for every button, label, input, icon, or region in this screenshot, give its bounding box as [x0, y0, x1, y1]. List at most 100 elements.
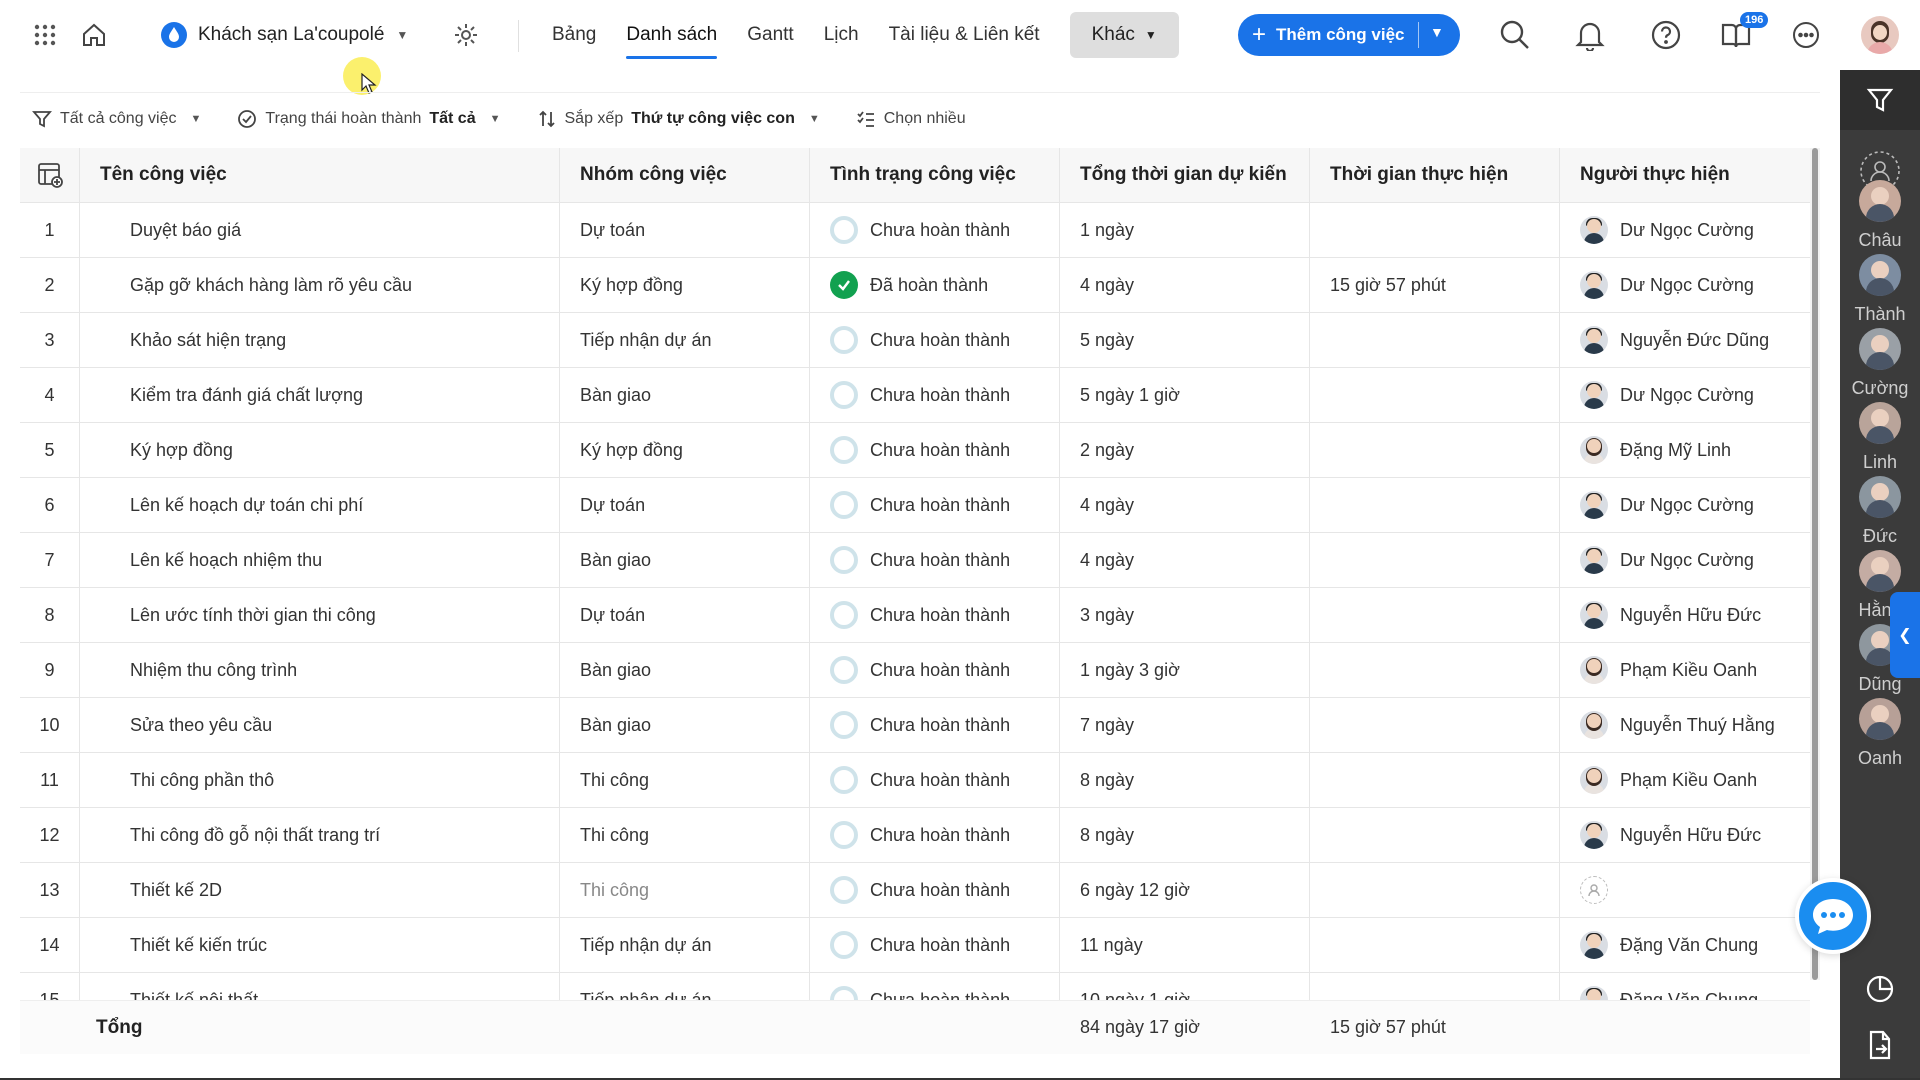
add-column-button[interactable]: [20, 148, 80, 202]
task-estimate[interactable]: 5 ngày: [1060, 313, 1310, 367]
assignee[interactable]: Phạm Kiều Oanh: [1580, 656, 1757, 684]
task-estimate[interactable]: 8 ngày: [1060, 808, 1310, 862]
task-assignee[interactable]: Dư Ngọc Cường: [1560, 368, 1810, 422]
table-row[interactable]: 13 Thiết kế 2D Thi công Chưa hoàn thành 6 ng…: [20, 863, 1810, 918]
task-group[interactable]: Thi công: [560, 863, 810, 917]
task-estimate[interactable]: 4 ngày: [1060, 258, 1310, 312]
task-group[interactable]: Bàn giao: [560, 698, 810, 752]
task-actual[interactable]: [1310, 313, 1560, 367]
table-row[interactable]: 4 Kiểm tra đánh giá chất lượng Bàn giao Chư…: [20, 368, 1810, 423]
help-icon[interactable]: [1650, 19, 1682, 51]
column-header-actual[interactable]: Thời gian thực hiện: [1310, 148, 1560, 202]
task-assignee[interactable]: Phạm Kiều Oanh: [1560, 643, 1810, 697]
status-circle-icon[interactable]: [830, 546, 858, 574]
table-row[interactable]: 1 Duyệt báo giá Dự toán Chưa hoàn thành 1 ng…: [20, 203, 1810, 258]
status-circle-icon[interactable]: [830, 656, 858, 684]
completion-filter[interactable]: Trạng thái hoàn thành Tất cả ▼: [237, 109, 501, 129]
task-assignee[interactable]: Dư Ngọc Cường: [1560, 258, 1810, 312]
rail-user[interactable]: Châu: [1840, 180, 1920, 251]
table-row[interactable]: 14 Thiết kế kiến trúc Tiếp nhận dự án Chưa …: [20, 918, 1810, 973]
task-status[interactable]: Đã hoàn thành: [810, 258, 1060, 312]
table-row[interactable]: 12 Thi công đồ gỗ nội thất trang trí Thi c…: [20, 808, 1810, 863]
task-name[interactable]: Thi công phần thô: [80, 753, 560, 807]
task-name[interactable]: Sửa theo yêu cầu: [80, 698, 560, 752]
table-row[interactable]: 2 Gặp gỡ khách hàng làm rõ yêu cầu Ký hợp …: [20, 258, 1810, 313]
tab-more-dropdown[interactable]: Khác ▼: [1069, 12, 1179, 58]
task-actual[interactable]: 15 giờ 57 phút: [1310, 258, 1560, 312]
task-actual[interactable]: [1310, 423, 1560, 477]
table-row[interactable]: 9 Nhiệm thu công trình Bàn giao Chưa hoàn t…: [20, 643, 1810, 698]
assignee[interactable]: Dư Ngọc Cường: [1580, 546, 1754, 574]
sort-control[interactable]: Sắp xếp Thứ tự công việc con ▼: [537, 109, 820, 129]
rail-user[interactable]: Cường: [1840, 328, 1920, 399]
task-actual[interactable]: [1310, 863, 1560, 917]
assignee[interactable]: Nguyễn Thuý Hằng: [1580, 711, 1775, 739]
task-assignee[interactable]: Đặng Mỹ Linh: [1560, 423, 1810, 477]
pie-chart-icon[interactable]: [1840, 974, 1920, 1004]
task-assignee[interactable]: Nguyễn Thuý Hằng: [1560, 698, 1810, 752]
task-estimate[interactable]: 11 ngày: [1060, 918, 1310, 972]
rail-user[interactable]: Thành: [1840, 254, 1920, 325]
task-group[interactable]: Dự toán: [560, 588, 810, 642]
task-assignee[interactable]: [1560, 863, 1810, 917]
task-assignee[interactable]: Dư Ngọc Cường: [1560, 478, 1810, 532]
tab-3[interactable]: Lịch: [824, 0, 859, 70]
task-actual[interactable]: [1310, 643, 1560, 697]
task-estimate[interactable]: 4 ngày: [1060, 478, 1310, 532]
scrollbar-thumb[interactable]: [1812, 148, 1818, 980]
task-group[interactable]: Ký hợp đồng: [560, 258, 810, 312]
project-selector[interactable]: Khách sạn La'coupolé ▼: [160, 18, 408, 52]
bell-icon[interactable]: [1574, 18, 1606, 52]
task-assignee[interactable]: Nguyễn Hữu Đức: [1560, 588, 1810, 642]
task-status[interactable]: Chưa hoàn thành: [810, 368, 1060, 422]
task-group[interactable]: Thi công: [560, 753, 810, 807]
assignee[interactable]: Nguyễn Đức Dũng: [1580, 326, 1769, 354]
task-name[interactable]: Duyệt báo giá: [80, 203, 560, 257]
unassigned-user-icon[interactable]: [1580, 876, 1608, 904]
table-row[interactable]: 5 Ký hợp đồng Ký hợp đồng Chưa hoàn thành 2 …: [20, 423, 1810, 478]
all-tasks-filter[interactable]: Tất cả công việc ▼: [32, 109, 201, 129]
assignee[interactable]: Dư Ngọc Cường: [1580, 381, 1754, 409]
gear-icon[interactable]: [452, 21, 480, 49]
task-assignee[interactable]: Dư Ngọc Cường: [1560, 203, 1810, 257]
task-name[interactable]: Lên kế hoạch nhiệm thu: [80, 533, 560, 587]
table-row[interactable]: 11 Thi công phần thô Thi công Chưa hoàn thà…: [20, 753, 1810, 808]
assignee[interactable]: Nguyễn Hữu Đức: [1580, 601, 1761, 629]
task-status[interactable]: Chưa hoàn thành: [810, 698, 1060, 752]
task-group[interactable]: Thi công: [560, 808, 810, 862]
task-name[interactable]: Khảo sát hiện trạng: [80, 313, 560, 367]
task-assignee[interactable]: Đặng Văn Chung: [1560, 918, 1810, 972]
task-group[interactable]: Tiếp nhận dự án: [560, 918, 810, 972]
task-group[interactable]: Tiếp nhận dự án: [560, 313, 810, 367]
column-header-status[interactable]: Tình trạng công việc: [810, 148, 1060, 202]
status-circle-icon[interactable]: [830, 876, 858, 904]
task-status[interactable]: Chưa hoàn thành: [810, 753, 1060, 807]
task-name[interactable]: Thiết kế kiến trúc: [80, 918, 560, 972]
status-circle-icon[interactable]: [830, 931, 858, 959]
task-status[interactable]: Chưa hoàn thành: [810, 808, 1060, 862]
task-group[interactable]: Bàn giao: [560, 368, 810, 422]
task-name[interactable]: Gặp gỡ khách hàng làm rõ yêu cầu: [80, 258, 560, 312]
task-status[interactable]: Chưa hoàn thành: [810, 643, 1060, 697]
tab-2[interactable]: Gantt: [747, 0, 793, 70]
status-circle-icon[interactable]: [830, 711, 858, 739]
assignee[interactable]: Đặng Văn Chung: [1580, 931, 1758, 959]
task-actual[interactable]: [1310, 753, 1560, 807]
collapse-rail-button[interactable]: ❮: [1890, 592, 1920, 678]
table-row[interactable]: 7 Lên kế hoạch nhiệm thu Bàn giao Chưa hoàn…: [20, 533, 1810, 588]
assignee[interactable]: Dư Ngọc Cường: [1580, 491, 1754, 519]
filter-icon[interactable]: [1840, 70, 1920, 130]
table-row[interactable]: 6 Lên kế hoạch dự toán chi phí Dự toán Chưa…: [20, 478, 1810, 533]
chat-button[interactable]: [1795, 878, 1871, 954]
avatar[interactable]: [1861, 16, 1899, 54]
task-actual[interactable]: [1310, 588, 1560, 642]
task-estimate[interactable]: 4 ngày: [1060, 533, 1310, 587]
check-circle-icon[interactable]: [830, 271, 858, 299]
home-icon[interactable]: [79, 20, 109, 50]
task-group[interactable]: Dự toán: [560, 203, 810, 257]
task-name[interactable]: Thiết kế 2D: [80, 863, 560, 917]
tab-4[interactable]: Tài liệu & Liên kết: [889, 0, 1040, 70]
task-actual[interactable]: [1310, 203, 1560, 257]
assignee[interactable]: Nguyễn Hữu Đức: [1580, 821, 1761, 849]
task-actual[interactable]: [1310, 533, 1560, 587]
